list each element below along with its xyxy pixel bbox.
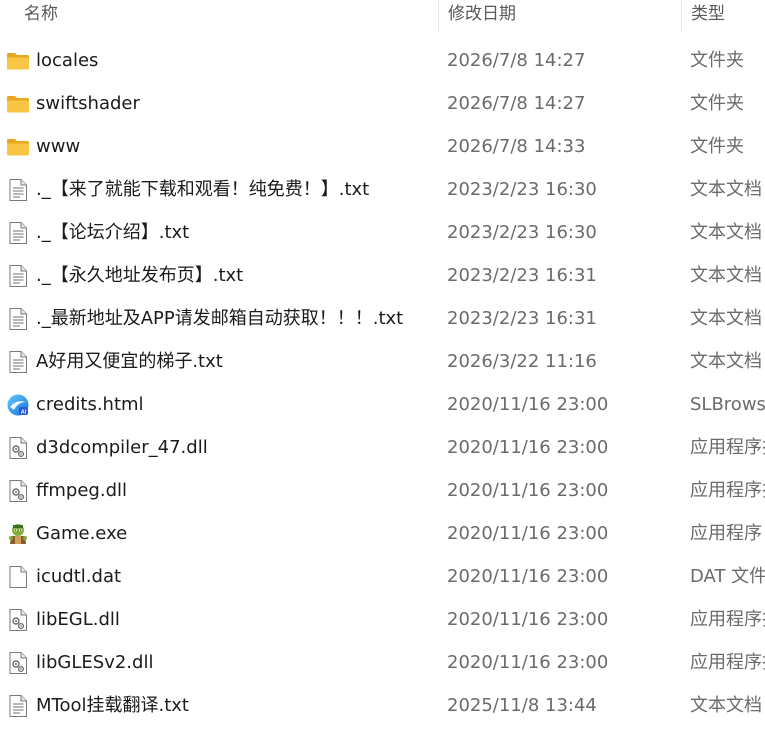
text-file-icon <box>6 221 30 245</box>
file-row[interactable]: www 2026/7/8 14:33 文件夹 <box>0 125 765 168</box>
dll-file-icon <box>6 651 30 675</box>
file-type: 文件夹 <box>690 50 744 71</box>
column-header-name[interactable]: 名称 <box>0 0 438 32</box>
file-row[interactable]: ffmpeg.dll 2020/11/16 23:00 应用程序扩展 <box>0 469 765 512</box>
file-name: locales <box>36 50 99 71</box>
file-name: icudtl.dat <box>36 566 122 587</box>
file-modified-date: 2023/2/23 16:30 <box>447 179 597 200</box>
file-name: libEGL.dll <box>36 609 120 630</box>
text-file-icon <box>6 694 30 718</box>
file-name: d3dcompiler_47.dll <box>36 437 208 458</box>
file-row[interactable]: Game.exe 2020/11/16 23:00 应用程序 <box>0 512 765 555</box>
file-modified-date: 2020/11/16 23:00 <box>447 566 609 587</box>
folder-icon <box>6 135 30 159</box>
text-file-icon <box>6 350 30 374</box>
file-row[interactable]: locales 2026/7/8 14:27 文件夹 <box>0 39 765 82</box>
file-modified-date: 2020/11/16 23:00 <box>447 609 609 630</box>
file-modified-date: 2023/2/23 16:31 <box>447 308 597 329</box>
folder-icon <box>6 49 30 73</box>
column-header-date[interactable]: 修改日期 <box>438 0 681 32</box>
file-type: 文本文档 <box>690 222 762 243</box>
file-modified-date: 2020/11/16 23:00 <box>447 480 609 501</box>
file-type: 文件夹 <box>690 136 744 157</box>
file-modified-date: 2026/3/22 11:16 <box>447 351 597 372</box>
file-type: 应用程序 <box>690 523 762 544</box>
file-type: 文本文档 <box>690 265 762 286</box>
file-type: SLBrowser <box>690 394 765 415</box>
file-type: 文件夹 <box>690 93 744 114</box>
file-row[interactable]: libGLESv2.dll 2020/11/16 23:00 应用程序扩展 <box>0 641 765 684</box>
file-type: 应用程序扩展 <box>690 437 765 458</box>
folder-icon <box>6 92 30 116</box>
file-name: MTool挂载翻译.txt <box>36 695 189 716</box>
file-type: 文本文档 <box>690 695 762 716</box>
text-file-icon <box>6 307 30 331</box>
file-type: 文本文档 <box>690 179 762 200</box>
text-file-icon <box>6 264 30 288</box>
file-name: ._【永久地址发布页】.txt <box>36 265 244 286</box>
file-row[interactable]: d3dcompiler_47.dll 2020/11/16 23:00 应用程序扩展 <box>0 426 765 469</box>
file-type: 应用程序扩展 <box>690 652 765 673</box>
file-row[interactable]: ._最新地址及APP请发邮箱自动获取！！！.txt 2023/2/23 16:31… <box>0 297 765 340</box>
file-name: www <box>36 136 81 157</box>
file-row[interactable]: ._【来了就能下载和观看！纯免费！】.txt 2023/2/23 16:30 文本文… <box>0 168 765 211</box>
dll-file-icon <box>6 479 30 503</box>
file-name: swiftshader <box>36 93 140 114</box>
file-row[interactable]: swiftshader 2026/7/8 14:27 文件夹 <box>0 82 765 125</box>
file-list: locales 2026/7/8 14:27 文件夹 swiftshader 2026/… <box>0 39 765 727</box>
dll-file-icon <box>6 436 30 460</box>
file-name: ._【论坛介绍】.txt <box>36 222 190 243</box>
file-row[interactable]: ._【论坛介绍】.txt 2023/2/23 16:30 文本文档 <box>0 211 765 254</box>
file-type: 文本文档 <box>690 308 762 329</box>
file-row[interactable]: icudtl.dat 2020/11/16 23:00 DAT 文件 <box>0 555 765 598</box>
file-row[interactable]: libEGL.dll 2020/11/16 23:00 应用程序扩展 <box>0 598 765 641</box>
file-row[interactable]: ._【永久地址发布页】.txt 2023/2/23 16:31 文本文档 <box>0 254 765 297</box>
game-exe-icon <box>6 522 30 546</box>
file-type: 应用程序扩展 <box>690 480 765 501</box>
file-name: A好用又便宜的梯子.txt <box>36 351 223 372</box>
blank-file-icon <box>6 565 30 589</box>
file-row[interactable]: MTool挂载翻译.txt 2025/11/8 13:44 文本文档 <box>0 684 765 727</box>
column-header-bar: 名称 修改日期 类型 <box>0 0 765 32</box>
file-modified-date: 2020/11/16 23:00 <box>447 394 609 415</box>
file-type: 应用程序扩展 <box>690 609 765 630</box>
file-modified-date: 2026/7/8 14:27 <box>447 50 586 71</box>
file-name: ._最新地址及APP请发邮箱自动获取！！！.txt <box>36 308 404 329</box>
dll-file-icon <box>6 608 30 632</box>
file-modified-date: 2020/11/16 23:00 <box>447 437 609 458</box>
file-name: libGLESv2.dll <box>36 652 154 673</box>
file-modified-date: 2023/2/23 16:31 <box>447 265 597 286</box>
svg-text:AI: AI <box>21 410 27 416</box>
column-header-type[interactable]: 类型 <box>681 0 765 32</box>
file-modified-date: 2020/11/16 23:00 <box>447 652 609 673</box>
file-type: 文本文档 <box>690 351 762 372</box>
file-modified-date: 2020/11/16 23:00 <box>447 523 609 544</box>
file-name: ._【来了就能下载和观看！纯免费！】.txt <box>36 179 370 200</box>
file-name: Game.exe <box>36 523 128 544</box>
file-name: credits.html <box>36 394 144 415</box>
file-modified-date: 2026/7/8 14:27 <box>447 93 586 114</box>
file-modified-date: 2025/11/8 13:44 <box>447 695 597 716</box>
browser-html-icon: AI <box>6 393 30 417</box>
file-modified-date: 2026/7/8 14:33 <box>447 136 586 157</box>
file-name: ffmpeg.dll <box>36 480 128 501</box>
file-row[interactable]: A好用又便宜的梯子.txt 2026/3/22 11:16 文本文档 <box>0 340 765 383</box>
file-type: DAT 文件 <box>690 566 765 587</box>
file-row[interactable]: AI credits.html 2020/11/16 23:00 SLBrowser <box>0 383 765 426</box>
file-explorer-list: 名称 修改日期 类型 locales 2026/7/8 14:27 文件夹 swift… <box>0 0 765 741</box>
text-file-icon <box>6 178 30 202</box>
file-modified-date: 2023/2/23 16:30 <box>447 222 597 243</box>
